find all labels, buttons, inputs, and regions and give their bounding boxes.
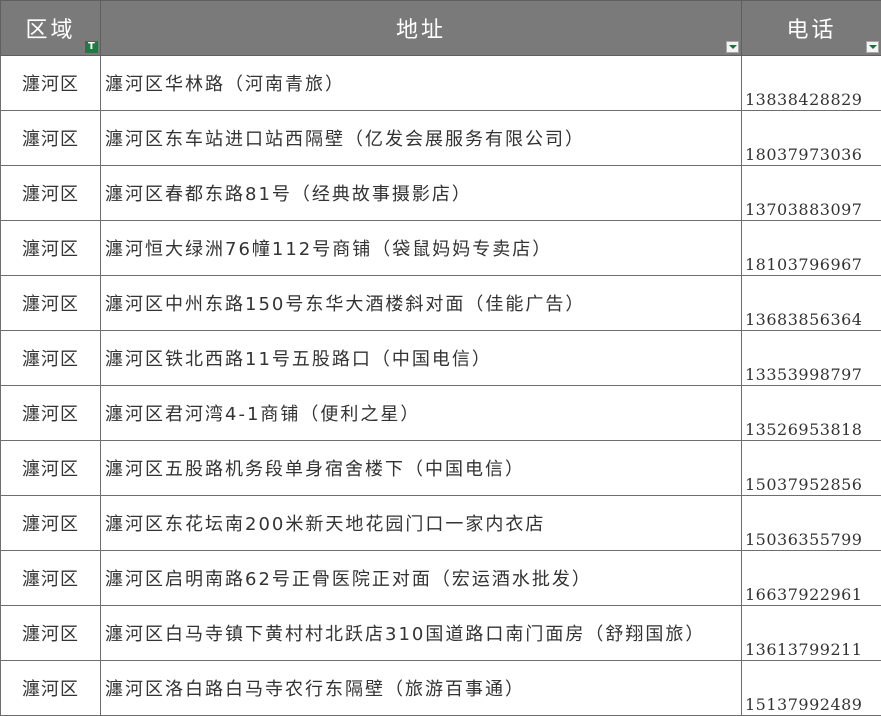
phone-cell[interactable]: 13526953818 [742, 386, 881, 441]
phone-cell[interactable]: 15137992489 [742, 661, 881, 716]
header-phone-label: 电话 [786, 18, 836, 43]
header-address[interactable]: 地址 [101, 1, 742, 56]
header-phone[interactable]: 电话 [742, 1, 881, 56]
phone-cell[interactable]: 13353998797 [742, 331, 881, 386]
table-row: 瀍河区 瀍河区中州东路150号东华大酒楼斜对面（佳能广告） 1368385636… [1, 276, 881, 331]
phone-cell[interactable]: 13613799211 [742, 606, 881, 661]
table-row: 瀍河区 瀍河区春都东路81号（经典故事摄影店） 13703883097 [1, 166, 881, 221]
phone-cell[interactable]: 15037952856 [742, 441, 881, 496]
header-area-label: 区域 [25, 18, 75, 43]
table-row: 瀍河区 瀍河区五股路机务段单身宿舍楼下（中国电信） 15037952856 [1, 441, 881, 496]
area-cell[interactable]: 瀍河区 [1, 496, 101, 551]
address-cell[interactable]: 瀍河区启明南路62号正骨医院正对面（宏运酒水批发） [101, 551, 742, 606]
dropdown-arrow-icon[interactable] [726, 41, 739, 53]
phone-cell[interactable]: 13683856364 [742, 276, 881, 331]
phone-cell[interactable]: 18103796967 [742, 221, 881, 276]
phone-cell[interactable]: 18037973036 [742, 111, 881, 166]
spreadsheet: 区域 地址 电话 瀍河区 瀍河区华林路（河南青旅） 13838428829 [0, 0, 881, 704]
address-cell[interactable]: 瀍河区五股路机务段单身宿舍楼下（中国电信） [101, 441, 742, 496]
area-cell[interactable]: 瀍河区 [1, 441, 101, 496]
data-table: 区域 地址 电话 瀍河区 瀍河区华林路（河南青旅） 13838428829 [0, 0, 881, 716]
phone-cell[interactable]: 15036355799 [742, 496, 881, 551]
address-cell[interactable]: 瀍河区华林路（河南青旅） [101, 56, 742, 111]
table-row: 瀍河区 瀍河区东花坛南200米新天地花园门口一家内衣店 15036355799 [1, 496, 881, 551]
table-row: 瀍河区 瀍河区东车站进口站西隔壁（亿发会展服务有限公司） 18037973036 [1, 111, 881, 166]
area-cell[interactable]: 瀍河区 [1, 56, 101, 111]
address-cell[interactable]: 瀍河区中州东路150号东华大酒楼斜对面（佳能广告） [101, 276, 742, 331]
address-cell[interactable]: 瀍河区东车站进口站西隔壁（亿发会展服务有限公司） [101, 111, 742, 166]
area-cell[interactable]: 瀍河区 [1, 276, 101, 331]
filter-active-icon[interactable] [85, 41, 98, 53]
address-cell[interactable]: 瀍河恒大绿洲76幢112号商铺（袋鼠妈妈专卖店） [101, 221, 742, 276]
table-row: 瀍河区 瀍河区华林路（河南青旅） 13838428829 [1, 56, 881, 111]
area-cell[interactable]: 瀍河区 [1, 221, 101, 276]
table-row: 瀍河区 瀍河区君河湾4-1商铺（便利之星） 13526953818 [1, 386, 881, 441]
header-address-label: 地址 [396, 18, 446, 43]
header-area[interactable]: 区域 [1, 1, 101, 56]
address-cell[interactable]: 瀍河区东花坛南200米新天地花园门口一家内衣店 [101, 496, 742, 551]
phone-cell[interactable]: 16637922961 [742, 551, 881, 606]
phone-cell[interactable]: 13838428829 [742, 56, 881, 111]
area-cell[interactable]: 瀍河区 [1, 166, 101, 221]
area-cell[interactable]: 瀍河区 [1, 551, 101, 606]
area-cell[interactable]: 瀍河区 [1, 111, 101, 166]
header-row: 区域 地址 电话 [1, 1, 881, 56]
table-row: 瀍河区 瀍河区白马寺镇下黄村村北跃店310国道路口南门面房（舒翔国旅） 1361… [1, 606, 881, 661]
phone-cell[interactable]: 13703883097 [742, 166, 881, 221]
address-cell[interactable]: 瀍河区洛白路白马寺农行东隔壁（旅游百事通） [101, 661, 742, 716]
area-cell[interactable]: 瀍河区 [1, 661, 101, 716]
address-cell[interactable]: 瀍河区君河湾4-1商铺（便利之星） [101, 386, 742, 441]
dropdown-arrow-icon[interactable] [866, 41, 879, 53]
area-cell[interactable]: 瀍河区 [1, 386, 101, 441]
address-cell[interactable]: 瀍河区春都东路81号（经典故事摄影店） [101, 166, 742, 221]
table-row: 瀍河区 瀍河区铁北西路11号五股路口（中国电信） 13353998797 [1, 331, 881, 386]
address-cell[interactable]: 瀍河区白马寺镇下黄村村北跃店310国道路口南门面房（舒翔国旅） [101, 606, 742, 661]
table-row: 瀍河区 瀍河区洛白路白马寺农行东隔壁（旅游百事通） 15137992489 [1, 661, 881, 716]
table-row: 瀍河区 瀍河恒大绿洲76幢112号商铺（袋鼠妈妈专卖店） 18103796967 [1, 221, 881, 276]
area-cell[interactable]: 瀍河区 [1, 606, 101, 661]
area-cell[interactable]: 瀍河区 [1, 331, 101, 386]
address-cell[interactable]: 瀍河区铁北西路11号五股路口（中国电信） [101, 331, 742, 386]
table-row: 瀍河区 瀍河区启明南路62号正骨医院正对面（宏运酒水批发） 1663792296… [1, 551, 881, 606]
